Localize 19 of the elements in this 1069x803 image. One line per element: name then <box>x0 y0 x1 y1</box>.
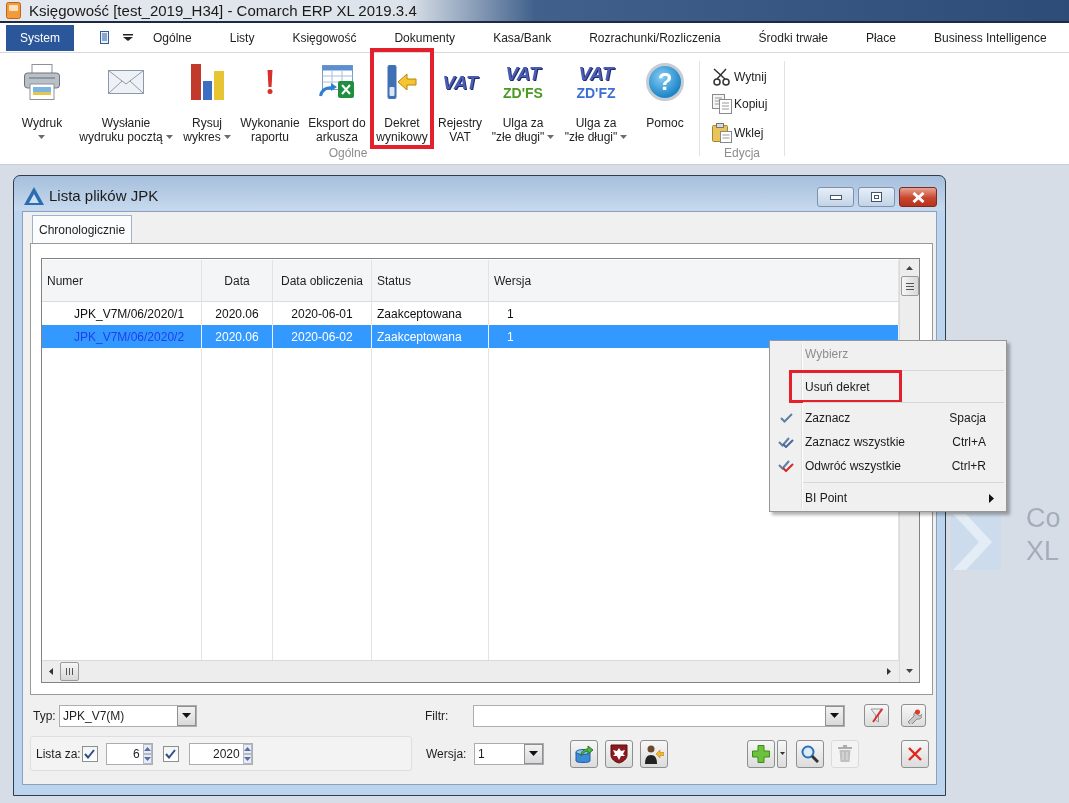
table-cell: JPK_V7M/06/2020/2 <box>42 325 202 348</box>
field-label: Typ: <box>33 707 57 725</box>
table-cell: 2020-06-02 <box>273 325 372 348</box>
help-icon: ? <box>646 63 684 101</box>
field-label: Lista za: <box>36 745 81 763</box>
vat-logo: VAT ZD'FS <box>503 64 543 100</box>
window-title: Lista plików JPK <box>49 188 159 203</box>
shortcut-text: Ctrl+A <box>952 434 987 451</box>
table-cell: 2020.06 <box>202 325 273 348</box>
vat-logo: VAT <box>442 72 478 92</box>
group-label: Ogólne <box>328 146 368 160</box>
group-label: Edycja <box>724 146 760 160</box>
field-label: Filtr: <box>425 707 450 725</box>
window-title: Księgowość [test_2019_H34] - Comarch ERP XL 2019.3.4 <box>29 3 417 18</box>
shortcut-text: Spacja <box>949 410 987 427</box>
table-cell: Zaakceptowana <box>372 325 489 348</box>
shortcut-text: Ctrl+R <box>951 458 987 475</box>
vat-logo: VAT ZD'FZ <box>576 64 616 100</box>
field-label: Wersja: <box>426 745 468 763</box>
